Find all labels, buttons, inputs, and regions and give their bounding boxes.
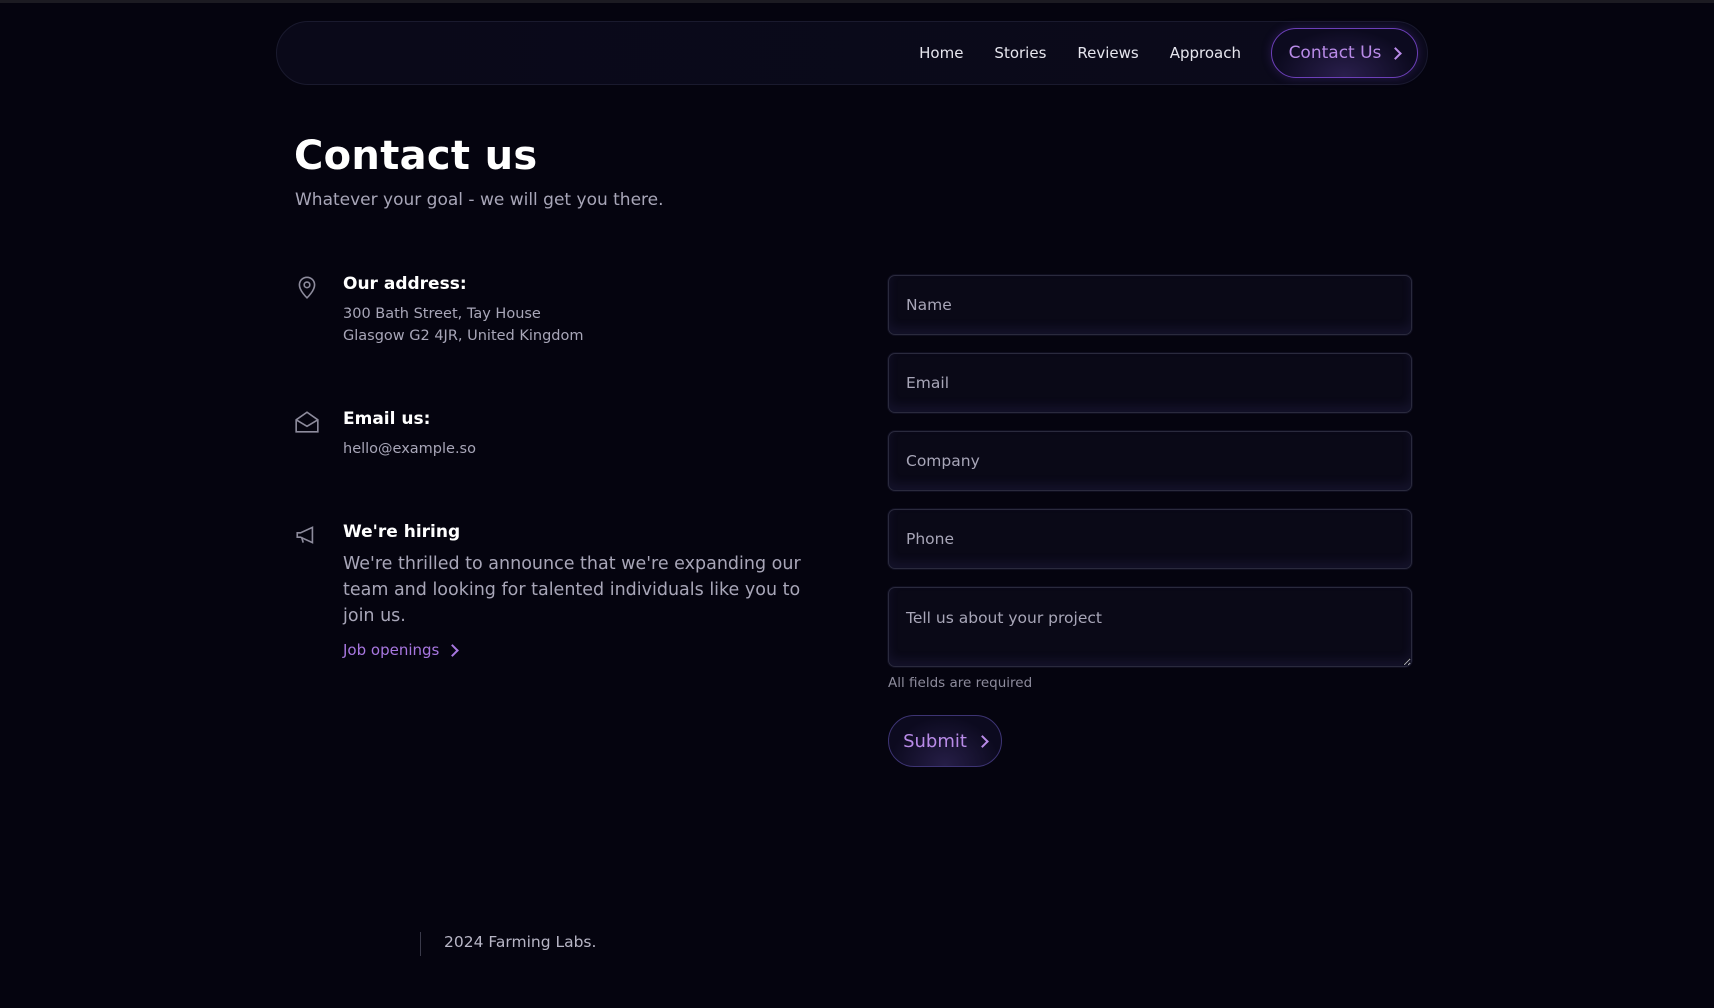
required-note: All fields are required <box>888 675 1033 691</box>
map-pin-icon <box>294 274 320 300</box>
copyright-text: 2024 Farming Labs. <box>444 933 597 951</box>
footer-divider <box>420 932 421 956</box>
hiring-heading: We're hiring <box>343 522 461 542</box>
email-heading: Email us: <box>343 409 431 429</box>
chevron-right-icon <box>976 734 989 748</box>
chevron-right-icon <box>1389 46 1403 60</box>
email-body: Email us: hello@example.so <box>343 409 823 460</box>
nav-link-stories[interactable]: Stories <box>994 44 1046 62</box>
chevron-right-icon <box>446 643 460 657</box>
address-line-1: 300 Bath Street, Tay House <box>343 306 541 322</box>
nav-link-approach[interactable]: Approach <box>1170 44 1241 62</box>
nav-links: Home Stories Reviews Approach <box>919 22 1241 84</box>
company-input[interactable] <box>888 431 1412 491</box>
hiring-text: We're thrilled to announce that we're ex… <box>343 554 801 626</box>
project-textarea[interactable] <box>888 587 1412 667</box>
contact-us-label: Contact Us <box>1288 43 1382 63</box>
envelope-open-icon <box>294 409 320 435</box>
nav-link-home[interactable]: Home <box>919 44 963 62</box>
page-subtitle: Whatever your goal - we will get you the… <box>295 190 664 210</box>
submit-button[interactable]: Submit <box>888 715 1002 767</box>
hiring-body: We're hiring We're thrilled to announce … <box>343 522 823 659</box>
top-navbar: Home Stories Reviews Approach Contact Us <box>276 21 1428 85</box>
address-body: Our address: 300 Bath Street, Tay House … <box>343 274 823 347</box>
page-title: Contact us <box>294 133 538 179</box>
contact-us-button[interactable]: Contact Us <box>1271 28 1418 78</box>
address-heading: Our address: <box>343 274 467 294</box>
email-value[interactable]: hello@example.so <box>343 438 823 460</box>
email-input[interactable] <box>888 353 1412 413</box>
job-openings-link[interactable]: Job openings <box>343 641 460 659</box>
submit-label: Submit <box>903 730 967 752</box>
address-line-2: Glasgow G2 4JR, United Kingdom <box>343 328 584 344</box>
phone-input[interactable] <box>888 509 1412 569</box>
job-openings-label: Job openings <box>343 641 440 659</box>
name-input[interactable] <box>888 275 1412 335</box>
megaphone-icon <box>294 522 320 548</box>
nav-link-reviews[interactable]: Reviews <box>1077 44 1138 62</box>
